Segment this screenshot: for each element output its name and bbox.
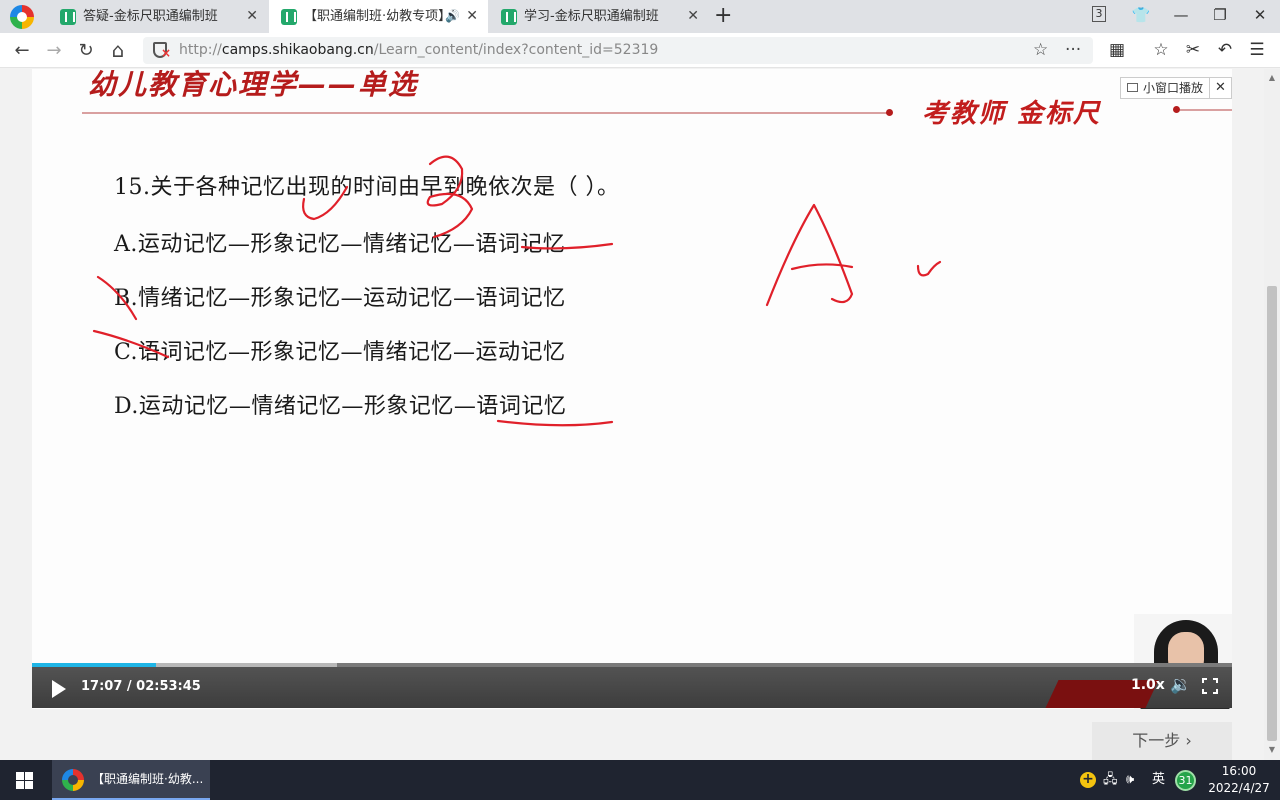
- tab-course-active[interactable]: 【职通编制班·幼教专项】2 🔊 ✕: [269, 0, 488, 33]
- more-icon[interactable]: ···: [1065, 37, 1081, 64]
- undo-icon[interactable]: ↶: [1212, 33, 1238, 68]
- tray-badge-icon[interactable]: 31: [1175, 770, 1196, 791]
- progress-played: [32, 663, 156, 667]
- sound-icon[interactable]: 🕪: [1126, 760, 1134, 800]
- bookmark-star-icon[interactable]: ☆: [1033, 37, 1048, 64]
- vertical-scrollbar[interactable]: ▲ ▼: [1264, 69, 1280, 760]
- mini-window-label: 小窗口播放: [1143, 81, 1204, 95]
- option-b: B.情绪记忆—形象记忆—运动记忆—语词记忆: [114, 286, 566, 311]
- tab-close-icon[interactable]: ✕: [246, 0, 258, 33]
- fullscreen-icon[interactable]: [1202, 678, 1218, 694]
- new-tab-button[interactable]: +: [714, 3, 732, 29]
- tab-close-icon[interactable]: ✕: [466, 0, 478, 33]
- playback-time: 17:07 / 02:53:45: [81, 679, 201, 694]
- forward-button[interactable]: →: [42, 33, 66, 68]
- tab-study[interactable]: 学习-金标尺职通编制班 ✕: [489, 0, 709, 33]
- next-step-button[interactable]: 下一步 ›: [1092, 722, 1232, 760]
- volume-icon[interactable]: 🔉: [1170, 675, 1191, 695]
- scroll-up-icon[interactable]: ▲: [1264, 73, 1280, 82]
- address-bar[interactable]: http://camps.shikaobang.cn/Learn_content…: [143, 37, 1093, 64]
- tab-title: 学习-金标尺职通编制班: [524, 9, 659, 24]
- taskbar-app-title: 【职通编制班·幼教...: [92, 772, 204, 786]
- url-text[interactable]: http://camps.shikaobang.cn/Learn_content…: [179, 37, 658, 64]
- slide-divider: [1180, 109, 1232, 111]
- slide-title: 幼儿教育心理学——单选: [88, 69, 419, 101]
- scroll-thumb[interactable]: [1267, 286, 1277, 741]
- slide-divider-dot: [1173, 106, 1180, 113]
- site-favicon-icon: [281, 9, 297, 25]
- player-controls: 17:07 / 02:53:45 1.0x 🔉: [32, 663, 1232, 708]
- annotation-letter-a: [765, 203, 854, 307]
- site-favicon-icon: [501, 9, 517, 25]
- video-player[interactable]: 幼儿教育心理学——单选 考教师 金标尺 15.关于各种记忆出现的时间由早到晚依次…: [32, 69, 1232, 709]
- play-icon[interactable]: [52, 680, 66, 698]
- back-button[interactable]: ←: [10, 33, 34, 68]
- scroll-down-icon[interactable]: ▼: [1264, 745, 1280, 754]
- home-button[interactable]: ⌂: [106, 33, 130, 68]
- option-c: C.语词记忆—形象记忆—情绪记忆—运动记忆: [114, 340, 566, 365]
- tab-count-icon[interactable]: 3: [1092, 6, 1106, 22]
- taskbar-browser-app[interactable]: 【职通编制班·幼教...: [52, 760, 210, 800]
- minimize-button[interactable]: —: [1166, 0, 1196, 33]
- tab-strip: 答疑-金标尺职通编制班 ✕ 【职通编制班·幼教专项】2 🔊 ✕ 学习-金标尺职通…: [0, 0, 1280, 33]
- navigation-bar: ← → ↻ ⌂ http://camps.shikaobang.cn/Learn…: [0, 33, 1280, 68]
- site-favicon-icon: [60, 9, 76, 25]
- reload-button[interactable]: ↻: [74, 33, 98, 68]
- option-a: A.运动记忆—形象记忆—情绪记忆—语词记忆: [114, 232, 566, 257]
- clock-time: 16:00: [1221, 764, 1257, 778]
- windows-start-icon[interactable]: [16, 772, 33, 789]
- mini-window-close-icon[interactable]: ✕: [1209, 78, 1231, 98]
- annotation-underline-d: [496, 419, 614, 427]
- tab-audio-icon[interactable]: 🔊: [445, 0, 460, 33]
- apps-grid-icon[interactable]: ▦: [1104, 33, 1130, 68]
- browser-logo-icon[interactable]: [10, 5, 34, 29]
- tab-close-icon[interactable]: ✕: [687, 0, 699, 33]
- annotation-check: [916, 260, 942, 277]
- option-d: D.运动记忆—情绪记忆—形象记忆—语词记忆: [114, 394, 567, 419]
- brand-slogan: 考教师 金标尺: [922, 99, 1102, 129]
- network-icon[interactable]: 🖧: [1103, 760, 1118, 800]
- security-warning-icon[interactable]: [153, 42, 171, 60]
- clock-date: 2022/4/27: [1208, 781, 1270, 795]
- taskbar: 【职通编制班·幼教... + 🖧 🕪 英 31 16:00 2022/4/27: [0, 760, 1280, 800]
- skin-icon[interactable]: 👕: [1126, 0, 1156, 33]
- scissors-icon[interactable]: ✂: [1180, 33, 1206, 68]
- question-text: 15.关于各种记忆出现的时间由早到晚依次是（ ）。: [114, 175, 620, 200]
- system-clock[interactable]: 16:00 2022/4/27: [1206, 763, 1272, 797]
- mini-window-button[interactable]: 小窗口播放 ✕: [1120, 77, 1232, 99]
- favorites-icon[interactable]: ☆: [1148, 33, 1174, 68]
- input-method-icon[interactable]: 英: [1152, 760, 1165, 800]
- playback-speed-button[interactable]: 1.0x: [1131, 677, 1165, 693]
- tab-qa[interactable]: 答疑-金标尺职通编制班 ✕: [48, 0, 268, 33]
- slide-divider-dot: [886, 109, 893, 116]
- progress-bar[interactable]: [32, 663, 1232, 667]
- tray-add-icon[interactable]: +: [1080, 772, 1096, 788]
- mini-window-icon: [1127, 83, 1138, 92]
- tab-title: 【职通编制班·幼教专项】2: [304, 9, 454, 24]
- menu-icon[interactable]: ☰: [1244, 33, 1270, 68]
- restore-button[interactable]: ❐: [1205, 0, 1235, 33]
- close-window-button[interactable]: ✕: [1245, 0, 1275, 33]
- slide-divider: [82, 112, 890, 114]
- browser-logo-icon: [62, 769, 84, 791]
- tab-title: 答疑-金标尺职通编制班: [83, 9, 218, 24]
